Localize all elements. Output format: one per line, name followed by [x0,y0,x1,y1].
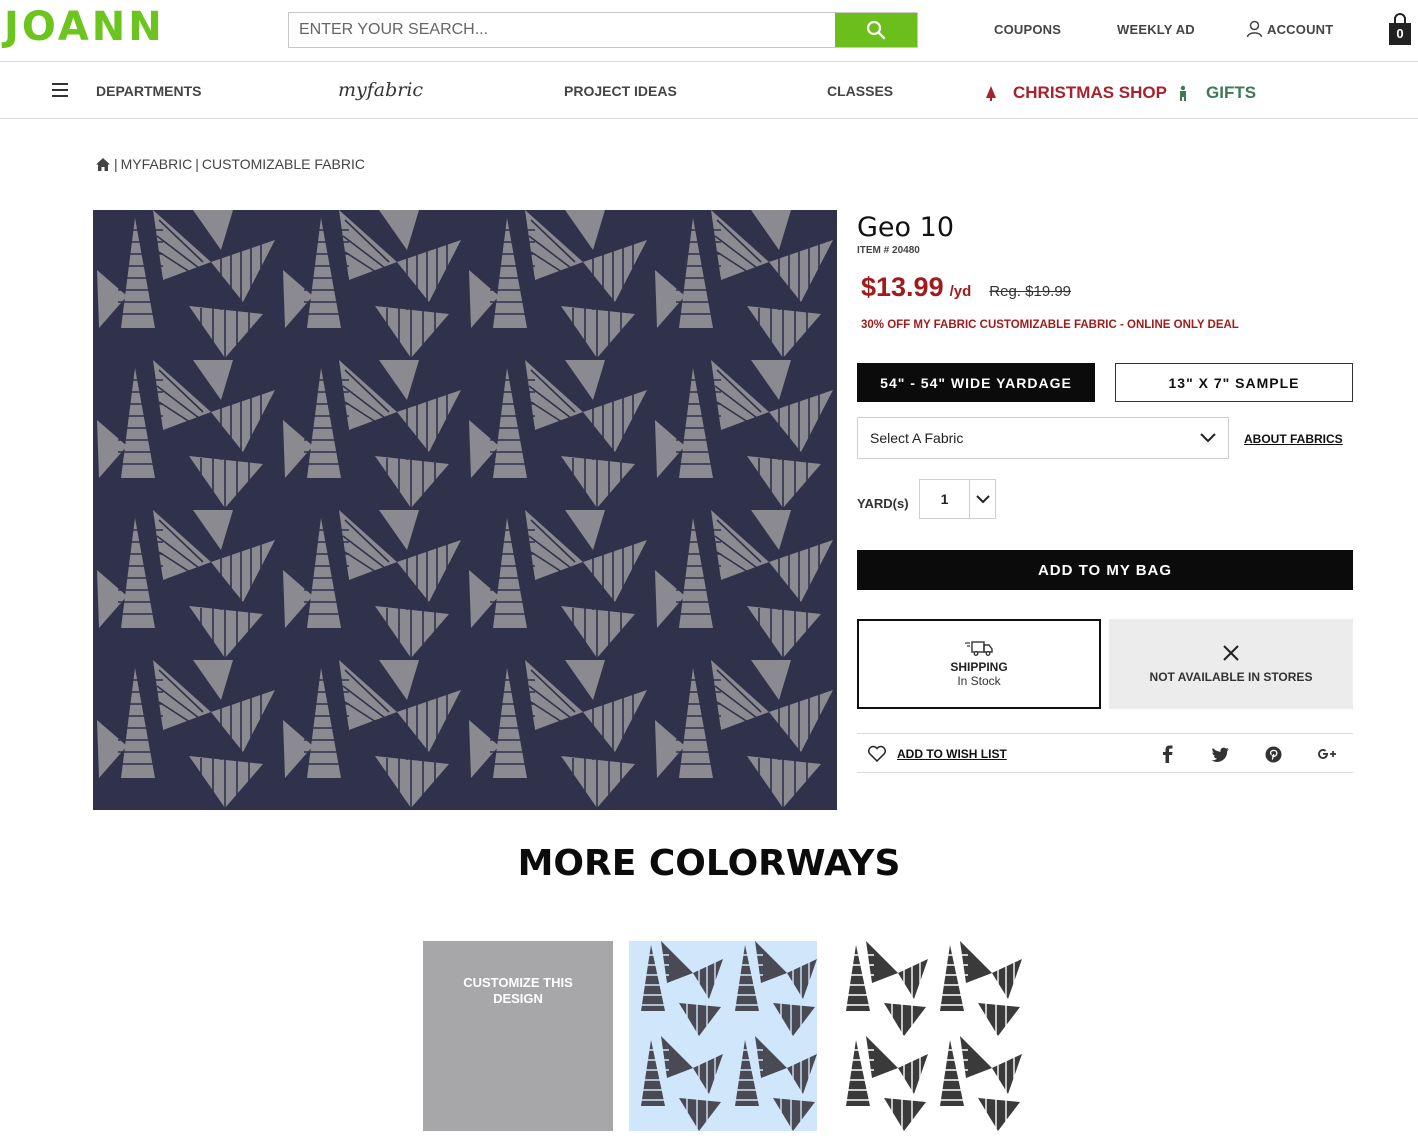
promo-message: 30% OFF MY FABRIC CUSTOMIZABLE FABRIC - … [861,319,1239,331]
product-info-panel: Geo 10 ITEM # 20480 $13.99 /yd Reg. $19.… [857,210,1353,773]
google-plus-icon[interactable] [1315,744,1339,764]
nav-christmas-shop[interactable]: CHRISTMAS SHOP [985,83,1167,103]
search-input[interactable] [289,13,835,47]
breadcrumb-customizable-fabric[interactable]: CUSTOMIZABLE FABRIC [202,156,365,172]
breadcrumb-separator: | [195,156,199,172]
account-label: ACCOUNT [1267,21,1334,37]
quantity-dropdown-toggle[interactable] [970,480,995,518]
fabric-select-value: Select A Fabric [870,430,964,446]
weekly-ad-link[interactable]: WEEKLY AD [1117,22,1195,37]
twitter-icon[interactable] [1210,744,1230,764]
shipping-option[interactable]: SHIPPING In Stock [857,619,1101,709]
search-icon [866,20,886,40]
hamburger-menu-icon[interactable] [52,83,68,97]
facebook-icon[interactable] [1157,744,1177,764]
nav-gifts[interactable]: GIFTS [1178,83,1256,103]
price-row: $13.99 /yd Reg. $19.99 [861,272,1071,303]
breadcrumb-separator: | [114,156,118,172]
item-number: ITEM # 20480 [857,245,920,256]
yard-label: YARD(s) [857,496,909,511]
christmas-tree-icon [986,86,996,101]
chevron-down-icon [1200,433,1216,443]
wide-yardage-option[interactable]: 54" - 54" WIDE YARDAGE [857,363,1095,402]
heart-icon [868,745,886,762]
nav-project-ideas[interactable]: PROJECT IDEAS [564,83,677,99]
home-icon[interactable] [95,157,111,172]
shopping-bag-button[interactable]: 0 [1387,12,1413,46]
gifts-label: GIFTS [1206,83,1257,102]
regular-price: Reg. $19.99 [989,283,1072,300]
about-fabrics-link[interactable]: ABOUT FABRICS [1244,432,1343,446]
sale-price: $13.99 [861,272,944,302]
nav-myfabric[interactable]: myfabric [338,79,423,101]
shipping-title: SHIPPING [950,660,1008,674]
store-status: NOT AVAILABLE IN STORES [1149,670,1313,684]
gift-figure-icon [1180,85,1186,101]
quantity-select[interactable]: 1 [919,479,996,519]
search-button[interactable] [835,13,917,47]
top-header: JOANN COUPONS WEEKLY AD ACCOUNT 0 [0,0,1418,62]
add-to-bag-button[interactable]: ADD TO MY BAG [857,550,1353,590]
coupons-link[interactable]: COUPONS [994,22,1061,37]
customize-design-tile[interactable]: CUSTOMIZE THIS DESIGN [423,941,613,1131]
chevron-down-icon [975,494,990,503]
customize-design-label: CUSTOMIZE THIS DESIGN [463,975,573,1006]
light-blue-colorway-swatch[interactable] [629,941,817,1131]
nav-classes[interactable]: CLASSES [827,83,893,99]
account-link[interactable]: ACCOUNT [1246,20,1333,38]
white-colorway-swatch[interactable] [834,941,1022,1131]
product-fabric-image[interactable] [93,210,837,810]
shipping-status: In Stock [957,674,1001,688]
sample-option[interactable]: 13" X 7" SAMPLE [1115,363,1353,402]
breadcrumb: | MYFABRIC | CUSTOMIZABLE FABRIC [95,156,365,172]
pinterest-icon[interactable] [1263,744,1283,764]
share-row: ADD TO WISH LIST [857,733,1353,773]
account-icon [1246,20,1263,38]
price-unit: /yd [949,283,972,300]
nav-departments[interactable]: DEPARTMENTS [96,83,202,99]
wish-list-label: ADD TO WISH LIST [897,746,1007,761]
fabric-select-dropdown[interactable]: Select A Fabric [857,417,1229,459]
main-nav: DEPARTMENTS myfabric PROJECT IDEAS CLASS… [0,63,1418,119]
shipping-truck-icon [965,641,993,656]
bag-count: 0 [1391,24,1409,44]
joann-logo[interactable]: JOANN [4,4,165,50]
christmas-shop-label: CHRISTMAS SHOP [1013,83,1167,102]
breadcrumb-myfabric[interactable]: MYFABRIC [121,156,193,172]
store-pickup-option: NOT AVAILABLE IN STORES [1109,619,1353,709]
close-icon [1223,645,1239,661]
product-title: Geo 10 [857,212,954,243]
more-colorways-heading: MORE COLORWAYS [517,843,901,884]
search-bar [288,12,918,48]
quantity-value: 1 [920,480,970,518]
add-to-wish-list[interactable]: ADD TO WISH LIST [867,745,1007,762]
